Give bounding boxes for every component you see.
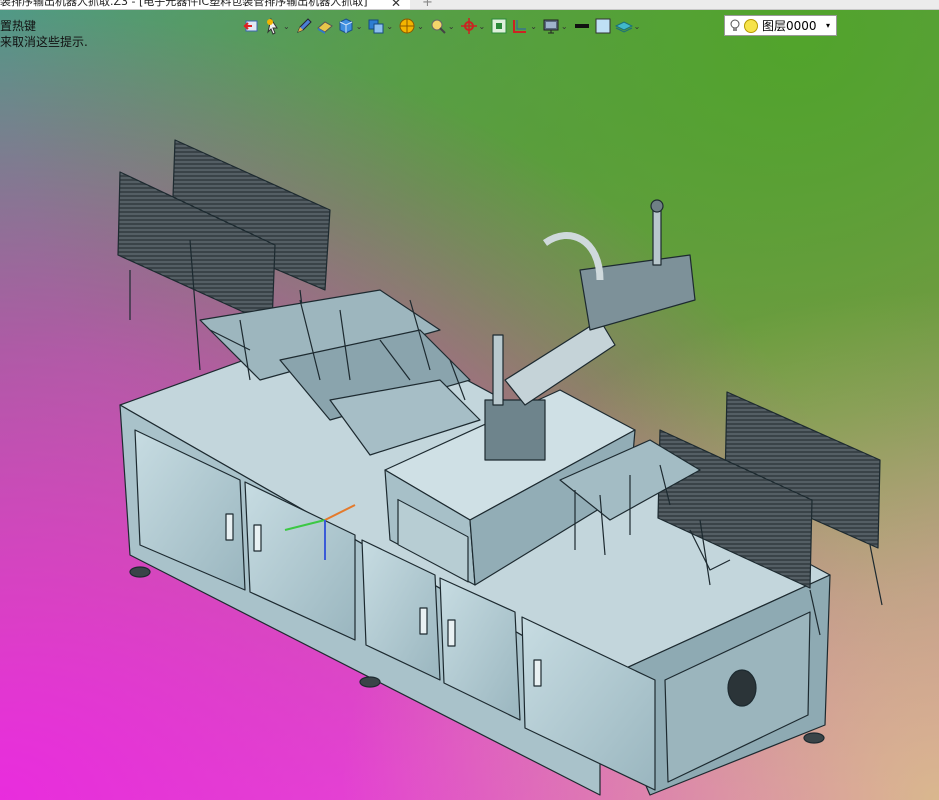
door-handle <box>533 659 542 687</box>
leveling-foot <box>803 732 825 744</box>
robot-spindle-cap <box>650 199 664 213</box>
cable-port <box>727 669 757 707</box>
door-handle <box>225 513 234 541</box>
leveling-foot <box>129 566 151 578</box>
door-handle <box>419 607 428 635</box>
robot-base <box>484 399 546 461</box>
robot-spindle <box>652 204 662 266</box>
machine-3d-model[interactable] <box>0 0 939 800</box>
door-handle <box>253 524 262 552</box>
robot-column <box>492 334 504 406</box>
leveling-foot <box>359 676 381 688</box>
door-handle <box>447 619 456 647</box>
